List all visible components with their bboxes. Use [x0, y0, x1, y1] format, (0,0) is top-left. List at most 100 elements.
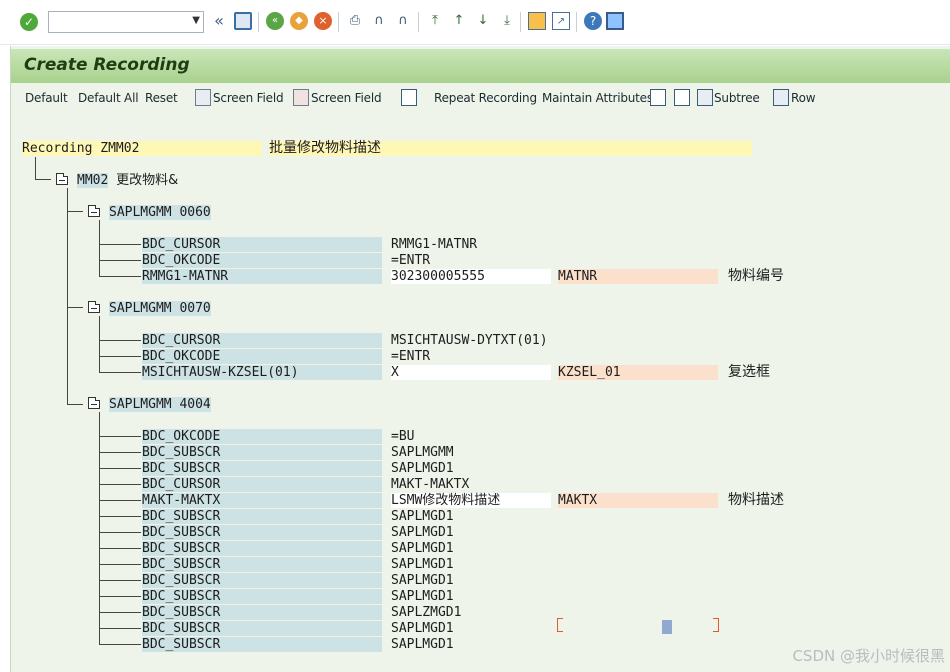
cancel-icon[interactable]: × — [314, 12, 332, 30]
field-name: BDC_CURSOR — [142, 477, 382, 492]
field-value[interactable]: SAPLZMGD1 — [391, 605, 461, 620]
tree-line — [99, 612, 141, 613]
layout-icon[interactable] — [606, 12, 624, 30]
field-value[interactable]: =BU — [391, 429, 414, 444]
field-value[interactable]: SAPLMGD1 — [391, 525, 454, 540]
tree-line — [99, 276, 141, 277]
main-panel: Create Recording Default Default All Res… — [10, 46, 950, 672]
field-description: 物料描述 — [728, 492, 784, 508]
back-icon[interactable]: « — [266, 12, 284, 30]
recording-header: Recording ZMM02 — [22, 141, 262, 156]
field-name: BDC_SUBSCR — [142, 525, 382, 540]
field-value[interactable]: SAPLMGD1 — [391, 557, 454, 572]
field-value[interactable]: SAPLMGD1 — [391, 509, 454, 524]
tree-line — [67, 211, 83, 212]
field-name: BDC_SUBSCR — [142, 541, 382, 556]
enter-icon[interactable]: ✓ — [20, 13, 38, 31]
recording-tree: Recording ZMM02 批量修改物料描述 MM02 更改物料& SAPL… — [11, 46, 950, 672]
selection-bracket-left — [557, 618, 563, 632]
text-cursor — [662, 620, 672, 634]
tree-line — [99, 580, 141, 581]
field-value[interactable]: MAKT-MAKTX — [391, 477, 469, 492]
find-next-icon[interactable]: ∩ — [394, 12, 412, 30]
system-toolbar: ✓ ▼ « « ◆ × ⎙ ∩ ∩ ⤒ ↑ ↓ ⤓ ↗ ? — [0, 0, 950, 45]
field-value[interactable]: SAPLMGD1 — [391, 637, 454, 652]
tree-line — [99, 532, 141, 533]
separator — [418, 12, 419, 32]
field-value[interactable]: SAPLMGD1 — [391, 573, 454, 588]
field-value[interactable]: SAPLMGD1 — [391, 541, 454, 556]
field-name: BDC_OKCODE — [142, 429, 382, 444]
tree-line — [99, 628, 141, 629]
field-name: BDC_OKCODE — [142, 349, 382, 364]
field-parameter[interactable]: KZSEL_01 — [558, 365, 718, 380]
tree-line — [99, 596, 141, 597]
tree-line — [35, 179, 51, 180]
tree-line — [99, 244, 141, 245]
watermark: CSDN @我小时候很黑 — [792, 647, 945, 665]
find-icon[interactable]: ∩ — [370, 12, 388, 30]
tree-line — [99, 356, 141, 357]
field-name: BDC_SUBSCR — [142, 445, 382, 460]
previous-page-icon[interactable]: ↑ — [450, 12, 468, 30]
field-parameter[interactable]: MATNR — [558, 269, 718, 284]
folder-icon[interactable] — [56, 173, 68, 185]
tree-line — [99, 372, 141, 373]
screen-label[interactable]: SAPLMGMM 0070 — [109, 301, 211, 316]
field-value[interactable]: =ENTR — [391, 253, 430, 268]
help-icon[interactable]: ? — [584, 12, 602, 30]
field-name: BDC_SUBSCR — [142, 605, 382, 620]
field-value[interactable]: RMMG1-MATNR — [391, 237, 477, 252]
field-name: BDC_OKCODE — [142, 253, 382, 268]
field-name: BDC_SUBSCR — [142, 509, 382, 524]
chevron-down-icon[interactable]: ▼ — [192, 15, 200, 26]
tree-line — [99, 220, 100, 277]
first-page-icon[interactable]: ⤒ — [426, 12, 444, 30]
field-value[interactable]: X — [391, 365, 551, 380]
field-value[interactable]: MSICHTAUSW-DYTXT(01) — [391, 333, 548, 348]
tree-line — [99, 412, 100, 644]
folder-icon[interactable] — [88, 397, 100, 409]
tree-line — [99, 316, 100, 373]
field-name: BDC_SUBSCR — [142, 589, 382, 604]
new-session-icon[interactable] — [528, 12, 546, 30]
field-value[interactable]: SAPLMGD1 — [391, 461, 454, 476]
field-value[interactable]: LSMW修改物料描述 — [391, 493, 551, 508]
command-field[interactable]: ▼ — [48, 11, 204, 33]
folder-icon[interactable] — [88, 205, 100, 217]
tree-line — [99, 436, 141, 437]
separator — [338, 12, 339, 32]
tree-line — [99, 500, 141, 501]
field-name: BDC_SUBSCR — [142, 557, 382, 572]
tree-line — [99, 484, 141, 485]
field-value[interactable]: SAPLMGD1 — [391, 621, 454, 636]
transaction-code-label: MM02 — [77, 173, 109, 188]
next-page-icon[interactable]: ↓ — [474, 12, 492, 30]
selection-bracket-right — [713, 618, 719, 632]
screen-label[interactable]: SAPLMGMM 4004 — [109, 397, 211, 412]
save-icon[interactable] — [234, 12, 252, 30]
field-value[interactable]: SAPLMGMM — [391, 445, 454, 460]
tree-line — [99, 260, 141, 261]
shortcut-icon[interactable]: ↗ — [552, 12, 570, 30]
last-page-icon[interactable]: ⤓ — [498, 12, 516, 30]
field-value[interactable]: 302300005555 — [391, 269, 551, 284]
print-icon[interactable]: ⎙ — [346, 12, 364, 30]
field-name: BDC_CURSOR — [142, 237, 382, 252]
field-value[interactable]: =ENTR — [391, 349, 430, 364]
field-value[interactable]: SAPLMGD1 — [391, 589, 454, 604]
screen-label[interactable]: SAPLMGMM 0060 — [109, 205, 211, 220]
field-description: 复选框 — [728, 364, 770, 380]
folder-icon[interactable] — [88, 301, 100, 313]
tree-line — [99, 452, 141, 453]
back-double-arrow-icon[interactable]: « — [210, 12, 228, 30]
tree-line — [67, 307, 83, 308]
tree-line — [67, 404, 83, 405]
transaction-code: MM02 更改物料& — [77, 173, 178, 188]
exit-icon[interactable]: ◆ — [290, 12, 308, 30]
tree-line — [99, 468, 141, 469]
tree-line — [99, 644, 141, 645]
field-name: BDC_SUBSCR — [142, 461, 382, 476]
tree-line — [67, 188, 68, 405]
field-parameter[interactable]: MAKTX — [558, 493, 718, 508]
